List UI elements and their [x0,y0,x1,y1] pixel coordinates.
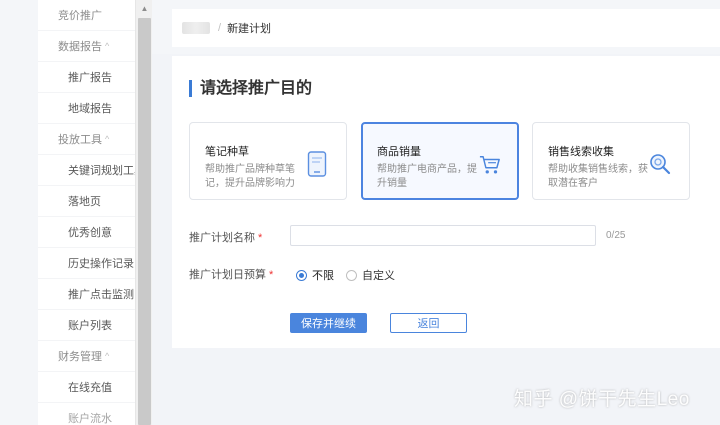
sidebar-item-click-monitoring[interactable]: 推广点击监测 [38,279,135,310]
goal-card-note-seeding[interactable]: 笔记种草 帮助推广品牌种草笔记，提升品牌影响力 [189,122,347,200]
sidebar-item-region-report[interactable]: 地域报告 [38,93,135,124]
sidebar-section-delivery-tools[interactable]: 投放工具 ^ [38,124,135,155]
goal-description: 帮助收集销售线索，获取潜在客户 [548,164,648,189]
sidebar-item-label: 历史操作记录 [68,258,134,270]
page-title: 请选择推广目的 [189,80,312,97]
left-gutter [0,0,38,425]
chevron-up-icon: ^ [105,41,110,51]
daily-budget-radio-group: 不限 自定义 [296,267,407,283]
save-and-continue-button[interactable]: 保存并继续 [290,313,367,333]
radio-unchecked-icon [346,269,357,281]
goal-card-product-sales[interactable]: 商品销量 帮助推广电商产品，提升销量 [361,122,519,200]
main-panel: 请选择推广目的 笔记种草 帮助推广品牌种草笔记，提升品牌影响力 商品销量 帮助推… [172,56,720,348]
sidebar-scrollbar[interactable]: ▲ [135,0,152,425]
sidebar-section-data-report[interactable]: 数据报告 ^ [38,31,135,62]
daily-budget-label-text: 推广计划日预算 [189,269,266,281]
sidebar-item-keyword-planner[interactable]: 关键词规划工具 [38,155,135,186]
daily-budget-label: 推广计划日预算 * [189,266,273,282]
sidebar-item-label: 财务管理 [58,351,102,363]
budget-radio-custom[interactable]: 自定义 [346,267,395,283]
sidebar-item-account-flow[interactable]: 账户流水 [38,403,135,425]
sidebar-item-online-recharge[interactable]: 在线充值 [38,372,135,403]
required-mark: * [269,269,274,281]
sidebar-item-label: 推广点击监测 [68,289,134,301]
watermark-text: 知乎 @饼干先生Leo [514,389,690,410]
sidebar-item-label: 地域报告 [68,103,112,115]
sidebar-item-label: 数据报告 [58,41,102,53]
scrollbar-thumb[interactable] [138,18,151,425]
goal-description: 帮助推广品牌种草笔记，提升品牌影响力 [205,164,295,189]
chevron-up-icon: ^ [105,351,110,361]
sidebar-item-bidding-promotion[interactable]: 竞价推广 [38,0,135,31]
goal-card-sales-leads[interactable]: 销售线索收集 帮助收集销售线索，获取潜在客户 [532,122,690,200]
radio-checked-icon [296,269,307,281]
sidebar-item-label: 在线充值 [68,382,112,394]
shopping-cart-icon [479,152,501,178]
plan-name-input[interactable] [290,225,596,246]
sidebar-item-label: 账户列表 [68,320,112,332]
breadcrumb-current: 新建计划 [227,23,272,35]
radio-label: 自定义 [362,270,395,282]
sidebar-item-label: 竞价推广 [58,10,102,22]
sidebar-item-label: 落地页 [68,196,101,208]
scroll-up-arrow-icon[interactable]: ▲ [136,0,153,17]
sidebar-nav: 竞价推广 数据报告 ^ 推广报告 地域报告 投放工具 ^ 关键词规划工具 落地页… [38,0,135,425]
sidebar-item-landing-page[interactable]: 落地页 [38,186,135,217]
sidebar-item-promotion-report[interactable]: 推广报告 [38,62,135,93]
plan-name-label-text: 推广计划名称 [189,232,255,244]
magnifier-icon [649,151,671,177]
sidebar-item-operation-history[interactable]: 历史操作记录 [38,248,135,279]
char-counter: 0/25 [606,230,626,241]
sidebar-item-excellent-creative[interactable]: 优秀创意 [38,217,135,248]
required-mark: * [258,232,263,244]
top-bar: / 新建计划 [152,0,720,54]
plan-name-label: 推广计划名称 * [189,229,262,245]
sidebar-item-account-list[interactable]: 账户列表 [38,310,135,341]
breadcrumb-parent-blurred[interactable] [182,22,210,34]
sidebar-item-label: 关键词规划工具 [68,165,135,177]
radio-label: 不限 [312,270,334,282]
breadcrumb: / 新建计划 [172,9,720,47]
sidebar-item-label: 投放工具 [58,134,102,146]
breadcrumb-separator: / [218,22,222,34]
chevron-up-icon: ^ [105,134,110,144]
sidebar-item-label: 推广报告 [68,72,112,84]
back-button[interactable]: 返回 [390,313,467,333]
sidebar-item-label: 账户流水 [68,413,112,425]
budget-radio-unlimited[interactable]: 不限 [296,267,334,283]
phone-note-icon [306,151,328,177]
sidebar-section-finance[interactable]: 财务管理 ^ [38,341,135,372]
sidebar-item-label: 优秀创意 [68,227,112,239]
goal-description: 帮助推广电商产品，提升销量 [377,164,477,189]
